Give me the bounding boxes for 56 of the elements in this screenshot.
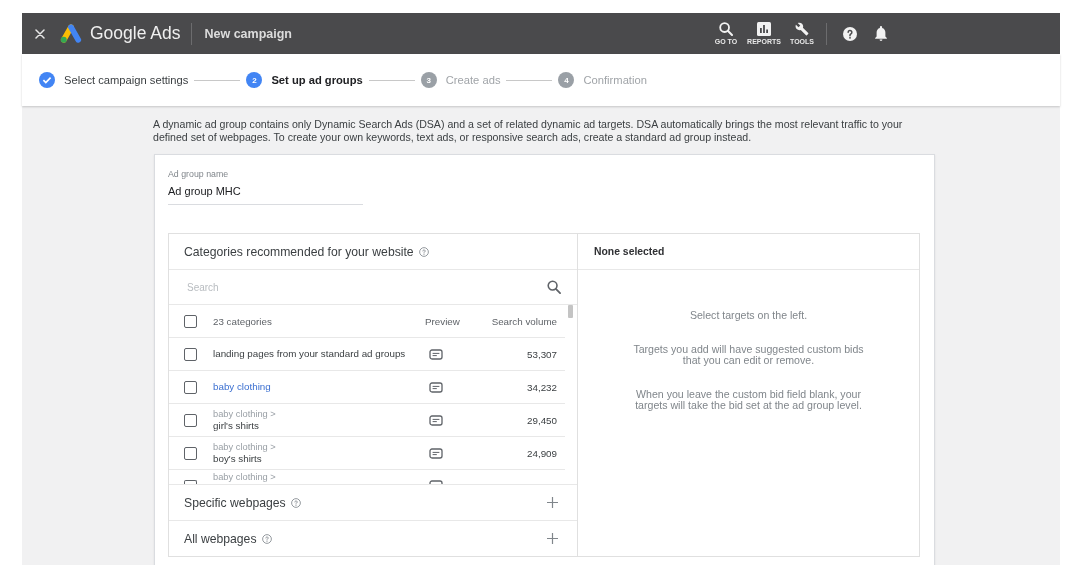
product-name: Google Ads [90,23,181,44]
step-label: Create ads [445,74,501,86]
category-name: girl's shirts [213,420,260,432]
section-title[interactable]: Specific webpages [184,495,286,510]
hint-text: When you leave the custom bid field blank, your targets will take the bid set at the ad group level. [634,388,863,412]
intro-text: A dynamic ad group contains only Dynamic Search Ads (DSA) and a set of related dynamic ad targets. DSA automatically brings the most relevant traffic to your defined set of webpages. To create your own keywords, text ads, or responsive search ads, create a standard ad group instead. [153,118,904,144]
ad-group-name-field[interactable]: Ad group MHC [168,185,363,205]
search-volume: 53,307 [526,348,557,360]
plus-icon[interactable] [547,497,558,508]
thumbnail-icon[interactable] [429,381,443,393]
panel-title: Categories recommended for your website [184,244,414,259]
step-label: Select campaign settings [64,74,189,86]
hint-text: Select targets on the left. [688,310,809,322]
search-volume: 24,909 [526,447,557,459]
checkbox[interactable] [184,380,197,394]
search-field[interactable]: Search [187,281,547,293]
hint-text: Targets you add will have suggested custom bids that you can edit or remove. [632,343,865,367]
thumbnail-icon[interactable] [429,348,443,360]
plus-icon[interactable] [547,533,558,544]
column-header: 23 categories [213,315,273,327]
search-volume: 29,450 [526,414,557,426]
search-volume: 34,232 [526,381,557,393]
checkbox[interactable] [184,446,197,460]
bell-icon[interactable] [875,26,887,41]
section-title[interactable]: All webpages [184,531,257,546]
step-label: Set up ad groups [271,74,363,86]
category-path: baby clothing > [213,471,277,483]
checkbox[interactable] [184,314,197,328]
thumbnail-icon[interactable] [429,480,443,484]
step-number: 3 [420,72,437,88]
step-label: Confirmation [583,74,647,86]
bar-chart-icon [757,21,771,36]
close-icon[interactable] [35,28,45,39]
search-icon [719,21,733,36]
selection-title: None selected [594,246,665,257]
logo-icon [60,24,82,43]
wrench-icon [795,21,809,36]
help-icon[interactable] [843,26,857,41]
category-link[interactable]: baby clothing [213,381,425,393]
column-header: Search volume [490,315,557,327]
thumbnail-icon[interactable] [429,414,443,426]
checkbox[interactable] [184,347,197,361]
category-name: landing pages from your standard ad groups [213,348,407,360]
category-path: baby clothing > [213,441,277,453]
column-header: Preview [425,315,461,327]
page-title: New campaign [204,26,292,41]
category-path: baby clothing > [213,408,277,420]
category-name: boy's shirts [213,453,263,465]
step-number: 4 [558,72,575,88]
search-icon[interactable] [547,280,561,294]
scrollbar-thumb[interactable] [568,305,573,318]
thumbnail-icon[interactable] [429,447,443,459]
checkbox[interactable] [184,480,197,484]
field-label: Ad group name [168,169,229,179]
step-number: 2 [246,72,263,88]
checkbox[interactable] [184,413,197,427]
